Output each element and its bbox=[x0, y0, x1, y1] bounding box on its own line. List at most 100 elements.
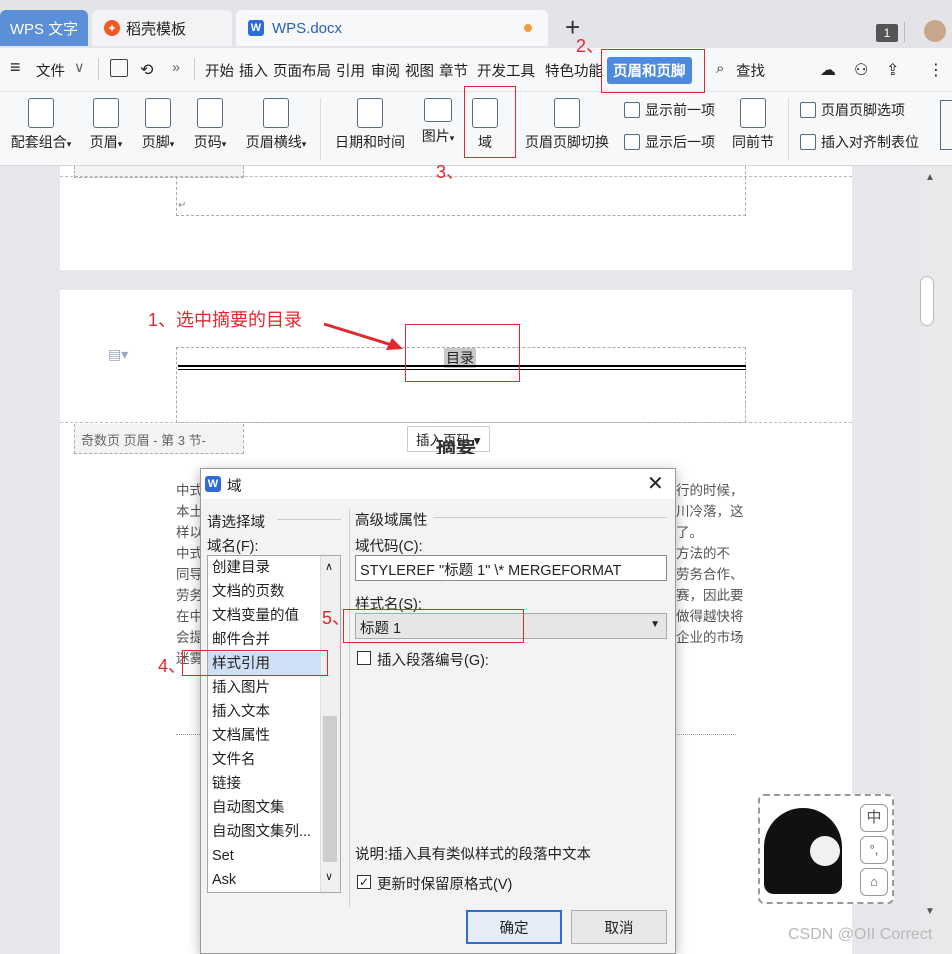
highlight-toc bbox=[405, 324, 520, 382]
field-list-item[interactable]: 创建目录 bbox=[208, 556, 320, 580]
header-icon bbox=[93, 98, 119, 128]
chevron-down-icon[interactable]: ∨ bbox=[74, 60, 85, 76]
body-text-right: 行的时候， 川冷落，这 了。 方法的不 劳务合作、 赛，因此要 做得越快将 企业的市场 bbox=[676, 483, 744, 645]
scroll-down-icon[interactable]: ∨ bbox=[325, 870, 333, 883]
list-scroll-thumb[interactable] bbox=[323, 716, 337, 862]
ime-widget[interactable]: 中 °, ⌂ bbox=[758, 794, 894, 904]
field-code-label: 域代码(C): bbox=[355, 539, 423, 555]
insert-align-tab-button[interactable]: 插入对齐制表位 bbox=[800, 132, 919, 152]
dropdown-arrow-icon: ▼ bbox=[650, 619, 660, 630]
daoke-logo-icon: ✦ bbox=[104, 20, 120, 36]
close-icon[interactable]: ✕ bbox=[647, 471, 664, 496]
header-footer-options-button[interactable]: 页眉页脚选项 bbox=[800, 100, 905, 120]
menu-start[interactable]: 开始 bbox=[205, 60, 234, 81]
ime-skin-key[interactable]: ⌂ bbox=[860, 868, 888, 896]
tab-daoke-template[interactable]: ✦ 稻壳模板 bbox=[92, 10, 232, 46]
share-icon[interactable]: ⇪ bbox=[886, 60, 899, 80]
more-menu[interactable]: » bbox=[172, 60, 180, 76]
show-previous-label: 显示前一项 bbox=[645, 102, 715, 118]
picture-button[interactable]: 图片▾ bbox=[418, 98, 458, 146]
cancel-button[interactable]: 取消 bbox=[571, 910, 667, 944]
field-list-item[interactable]: Set bbox=[208, 844, 320, 868]
unsaved-dot-icon bbox=[524, 24, 532, 32]
para-number-checkbox[interactable] bbox=[357, 651, 371, 665]
highlight-field-button bbox=[464, 86, 516, 158]
field-list-item[interactable]: 自动图文集 bbox=[208, 796, 320, 820]
menu-reference[interactable]: 引用 bbox=[336, 60, 365, 81]
field-list-item[interactable]: 文件名 bbox=[208, 748, 320, 772]
field-list-item[interactable]: 自动图文集列... bbox=[208, 820, 320, 844]
annotation-step-4: 4、 bbox=[158, 656, 187, 676]
scroll-thumb[interactable] bbox=[920, 276, 934, 326]
field-description: 说明:插入具有类似样式的段落中文本 bbox=[355, 847, 592, 863]
header-settings-icon[interactable]: ▤▾ bbox=[108, 346, 128, 363]
scroll-down-icon[interactable]: ▼ bbox=[925, 906, 935, 917]
show-previous-button[interactable]: 显示前一项 bbox=[624, 100, 715, 120]
menu-features[interactable]: 特色功能 bbox=[545, 60, 603, 81]
menu-view[interactable]: 视图 bbox=[405, 60, 434, 81]
field-list-item[interactable]: 插入文本 bbox=[208, 700, 320, 724]
hamburger-icon[interactable]: ≡ bbox=[10, 57, 21, 78]
menu-search[interactable]: 查找 bbox=[736, 60, 765, 81]
field-list-item[interactable]: 链接 bbox=[208, 772, 320, 796]
avatar[interactable] bbox=[924, 20, 946, 42]
menu-review[interactable]: 审阅 bbox=[371, 60, 400, 81]
header-footer-switch-button[interactable]: 页眉页脚切换 bbox=[522, 98, 612, 152]
annotation-step-3: 3、 bbox=[436, 162, 465, 182]
header-line-button[interactable]: 页眉横线▾ bbox=[240, 98, 312, 152]
divider bbox=[60, 422, 852, 423]
header-line-icon bbox=[263, 98, 289, 128]
annotation-step-2: 2、 bbox=[576, 36, 605, 56]
field-list-item[interactable]: 邮件合并 bbox=[208, 628, 320, 652]
search-icon[interactable]: ⌕ bbox=[716, 60, 724, 77]
scroll-up-icon[interactable]: ▲ bbox=[925, 172, 935, 183]
window-count-badge[interactable]: 1 bbox=[876, 24, 898, 42]
menu-chapter[interactable]: 章节 bbox=[439, 60, 468, 81]
tab-daoke-label: 稻壳模板 bbox=[126, 20, 187, 38]
menu-developer[interactable]: 开发工具 bbox=[477, 60, 535, 81]
save-icon[interactable] bbox=[110, 59, 128, 77]
show-next-button[interactable]: 显示后一项 bbox=[624, 132, 715, 152]
field-code-input[interactable]: STYLEREF "标题 1" \* MERGEFORMAT bbox=[355, 555, 667, 581]
add-user-icon[interactable]: ⚇ bbox=[854, 60, 868, 80]
field-list-item[interactable]: 文档的页数 bbox=[208, 580, 320, 604]
footer-button[interactable]: 页脚▾ bbox=[136, 98, 180, 152]
insert-align-tab-label: 插入对齐制表位 bbox=[821, 134, 919, 150]
keep-format-checkbox[interactable]: ✓ bbox=[357, 875, 371, 889]
ime-chinese-key[interactable]: 中 bbox=[860, 804, 888, 832]
combo-set-button[interactable]: 配套组合▾ bbox=[6, 98, 76, 152]
page-number-button[interactable]: 页码▾ bbox=[188, 98, 232, 152]
field-list-item[interactable]: 插入图片 bbox=[208, 676, 320, 700]
field-name-list[interactable]: 创建目录 文档的页数 文档变量的值 邮件合并 样式引用 插入图片 插入文本 文档属性 文件名 链接… bbox=[207, 555, 341, 893]
tab-wps-writer[interactable]: WPS 文字 bbox=[0, 10, 88, 46]
divider bbox=[788, 98, 789, 160]
vertical-scrollbar[interactable]: ▲ ▼ bbox=[918, 166, 952, 954]
menu-file[interactable]: 文件 bbox=[36, 60, 65, 81]
watermark: CSDN @OII Correct bbox=[788, 926, 933, 943]
para-number-label: 插入段落编号(G): bbox=[377, 653, 489, 669]
field-list-item[interactable]: 文档属性 bbox=[208, 724, 320, 748]
field-list-item[interactable]: Ask bbox=[208, 868, 320, 892]
more-options-icon[interactable]: ⋮ bbox=[928, 60, 944, 80]
date-time-button[interactable]: 日期和时间 bbox=[330, 98, 410, 152]
field-list-item[interactable]: 文档变量的值 bbox=[208, 604, 320, 628]
format-painter-icon[interactable]: ⟲ bbox=[140, 60, 153, 80]
footer-icon bbox=[145, 98, 171, 128]
picture-icon bbox=[424, 98, 452, 122]
odd-page-header-label: 奇数页 页眉 - 第 3 节- bbox=[74, 424, 244, 454]
calendar-icon bbox=[357, 98, 383, 128]
arrow-icon bbox=[323, 322, 403, 350]
choose-field-label: 请选择域 bbox=[207, 515, 265, 531]
cloud-icon[interactable]: ☁ bbox=[820, 60, 836, 80]
menu-page-layout[interactable]: 页面布局 bbox=[273, 60, 331, 81]
switch-icon bbox=[554, 98, 580, 128]
header-button[interactable]: 页眉▾ bbox=[84, 98, 128, 152]
menu-insert[interactable]: 插入 bbox=[239, 60, 268, 81]
ime-punct-key[interactable]: °, bbox=[860, 836, 888, 864]
highlight-style-ref bbox=[182, 650, 328, 676]
header-label: 页眉 bbox=[89, 134, 118, 150]
ok-button[interactable]: 确定 bbox=[466, 910, 562, 944]
tab-document[interactable]: W WPS.docx bbox=[236, 10, 548, 46]
scroll-up-icon[interactable]: ∧ bbox=[325, 560, 333, 573]
same-as-previous-button[interactable]: 同前节 bbox=[730, 98, 776, 152]
